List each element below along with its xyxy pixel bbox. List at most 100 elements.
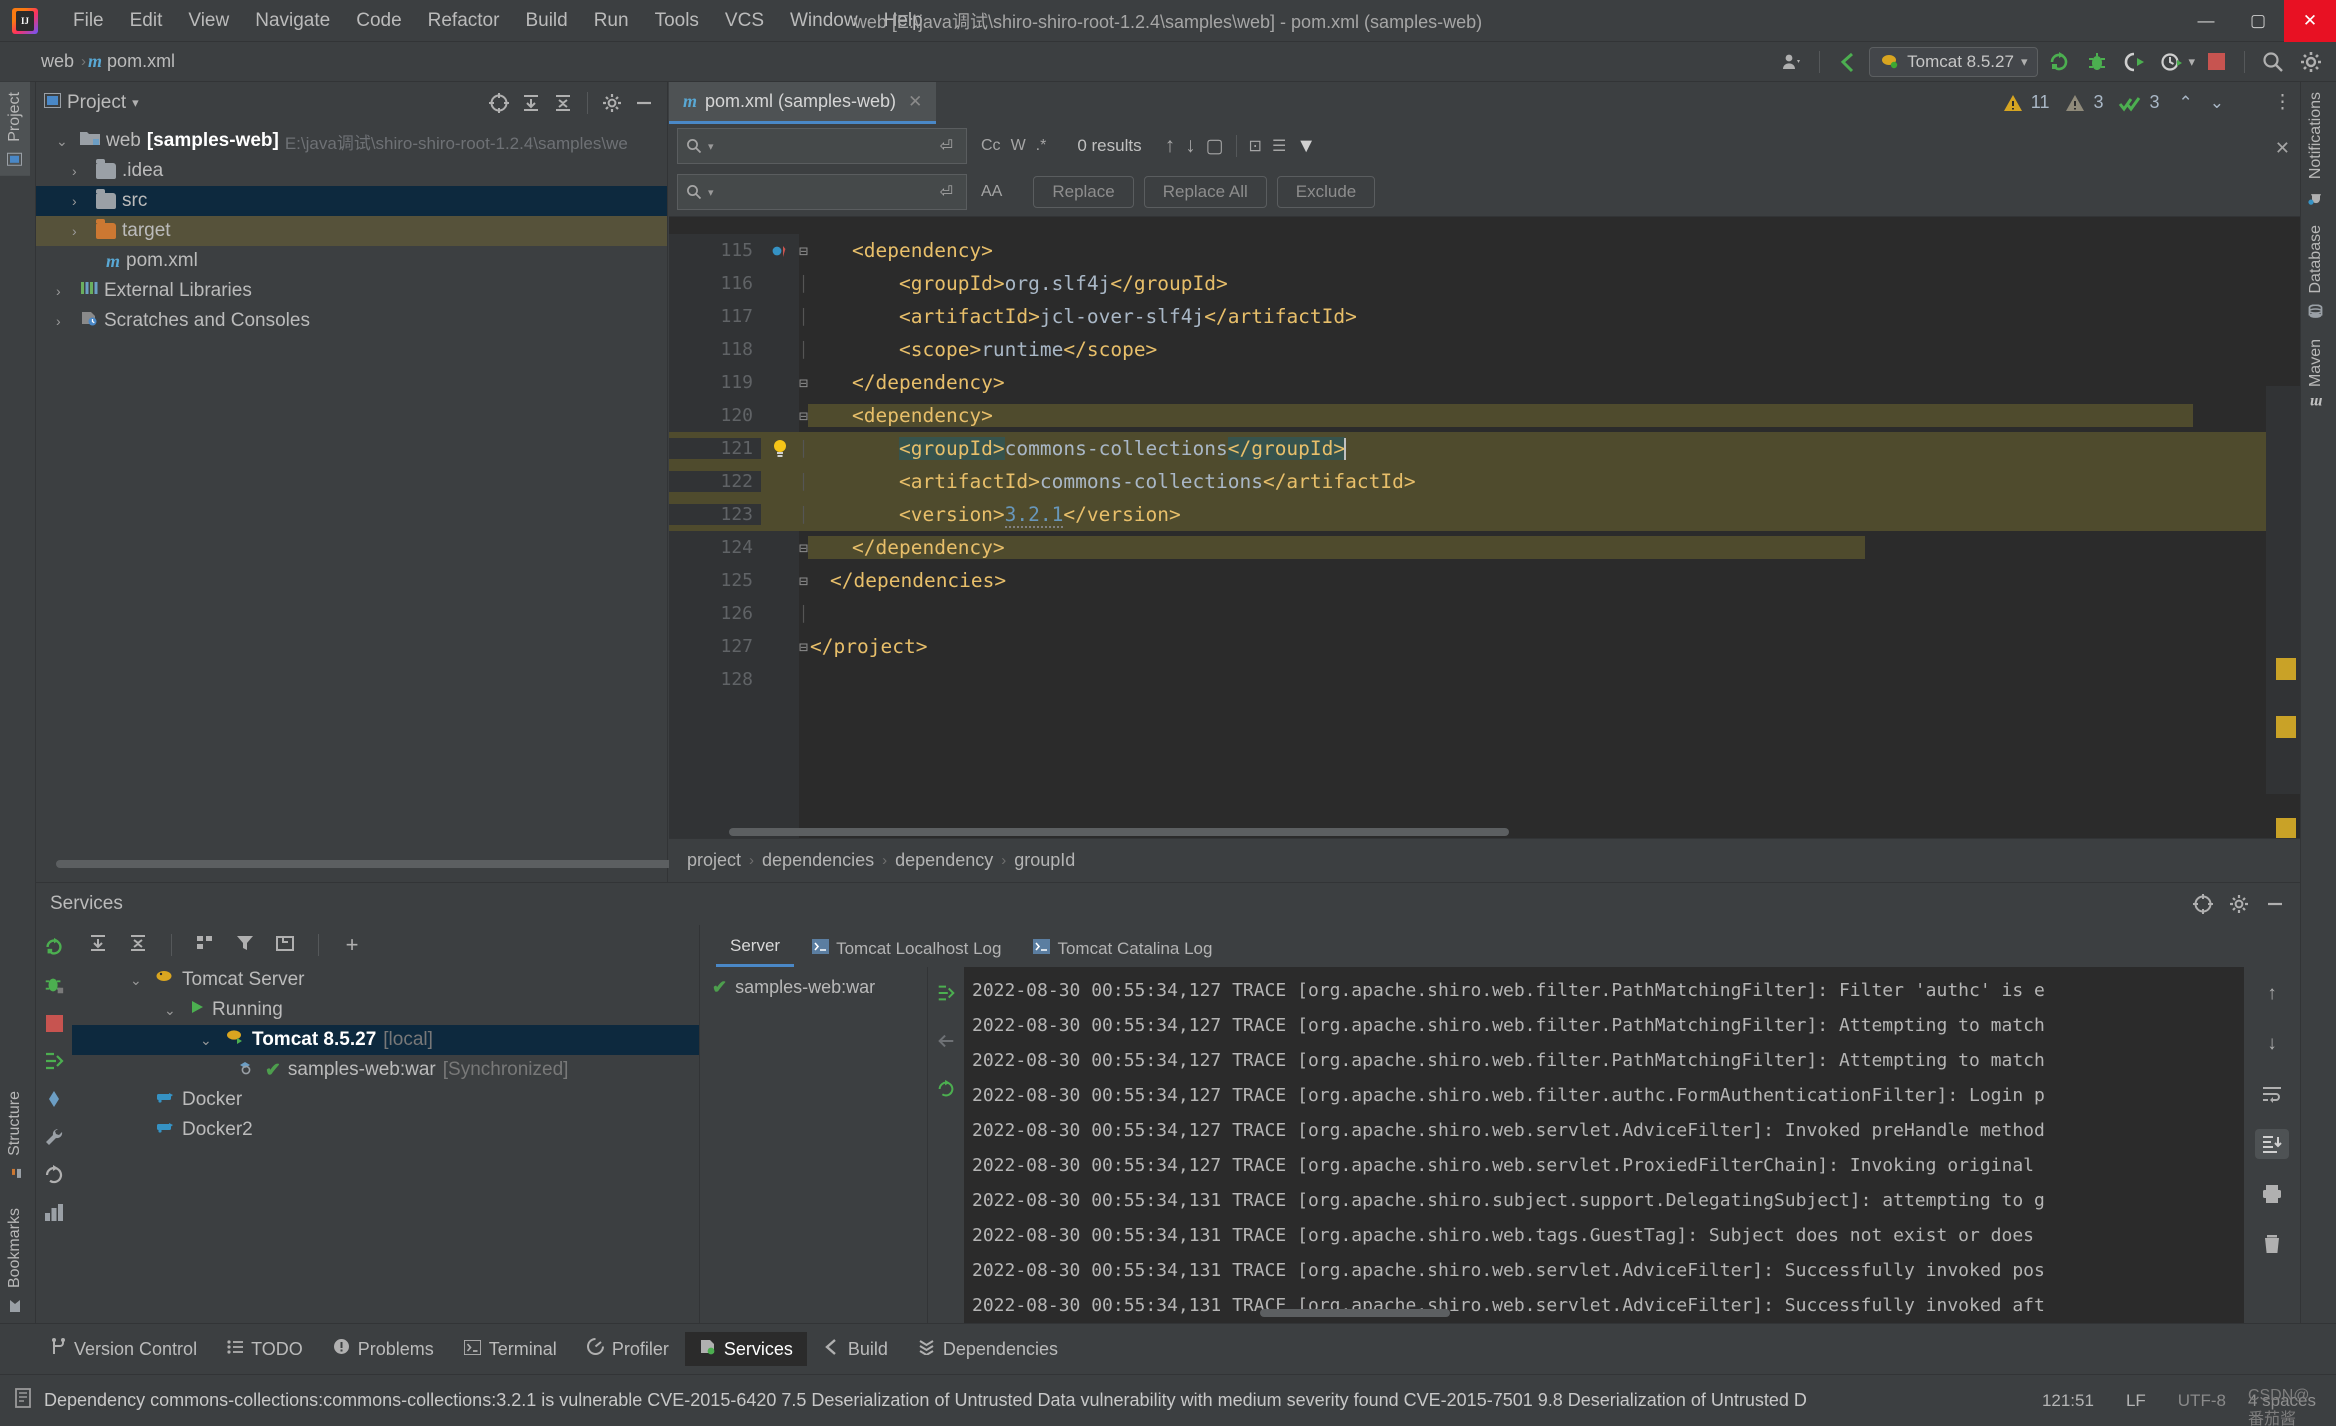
log-horizontal-scrollbar[interactable] [1260, 1309, 1450, 1317]
rerun-icon[interactable] [40, 935, 68, 959]
next-match-icon[interactable]: ↓ [1180, 134, 1201, 158]
filter-icon[interactable]: ▼ [1291, 135, 1321, 158]
chevron-right-icon[interactable]: › [56, 283, 74, 299]
editor-tab-pomxml[interactable]: m pom.xml (samples-web) ✕ [669, 82, 937, 124]
sidebar-item-bookmarks[interactable]: Bookmarks [0, 1190, 30, 1323]
chevron-down-icon[interactable]: ⌄ [164, 1002, 182, 1019]
tree-node-scratches[interactable]: › Scratches and Consoles [36, 306, 667, 336]
tree-node-src[interactable]: › src [36, 186, 667, 216]
fold-marker[interactable]: ⊟ [799, 407, 808, 425]
tab-tomcat-catalina-log[interactable]: Tomcat Catalina Log [1019, 939, 1226, 967]
prev-match-icon[interactable]: ↑ [1160, 134, 1181, 158]
breadcrumb-project[interactable]: project [687, 850, 741, 871]
chevron-down-icon[interactable]: ▾ [2021, 54, 2028, 70]
status-doc-icon[interactable] [14, 1388, 32, 1413]
maximize-button[interactable]: ▢ [2232, 0, 2284, 42]
stop-icon[interactable] [40, 1011, 68, 1035]
next-problem-icon[interactable]: ⌄ [2210, 93, 2224, 113]
menu-item-refactor[interactable]: Refactor [415, 6, 513, 36]
prev-problem-icon[interactable]: ⌃ [2179, 93, 2193, 113]
fold-marker[interactable]: ⊟ [799, 539, 808, 557]
tree-node-web[interactable]: ⌄ web [samples-web] E:\java调试\shiro-shir… [36, 126, 667, 156]
stop-icon[interactable] [2199, 47, 2233, 77]
fold-marker[interactable]: ⊟ [799, 638, 808, 656]
fold-marker[interactable]: ⊟ [799, 374, 808, 392]
breadcrumb-groupid[interactable]: groupId [1014, 850, 1075, 871]
tree-node-external-libraries[interactable]: › External Libraries [36, 276, 667, 306]
soft-wrap-icon[interactable] [2255, 1079, 2289, 1109]
expand-all-icon[interactable] [84, 933, 112, 958]
add-icon[interactable]: + [338, 932, 366, 958]
sidebar-item-database[interactable]: Database [2301, 215, 2331, 329]
indent-setting[interactable]: 4 spaces CSDN@番茄酱 [2248, 1387, 2322, 1426]
toolwindow-profiler[interactable]: Profiler [573, 1332, 683, 1366]
tab-server[interactable]: Server [716, 936, 795, 967]
wrench-icon[interactable] [40, 1125, 68, 1149]
gear-icon[interactable] [597, 89, 627, 117]
menu-item-window[interactable]: Window [777, 6, 871, 36]
menu-item-build[interactable]: Build [512, 6, 580, 36]
chevron-down-icon[interactable]: ⌄ [130, 972, 148, 989]
sidebar-item-notifications[interactable]: Notifications [2301, 82, 2331, 215]
caret-position[interactable]: 121:51 [2032, 1391, 2104, 1411]
chevron-right-icon[interactable]: › [72, 223, 90, 239]
close-icon[interactable]: ✕ [908, 92, 922, 112]
warning-marker[interactable] [2276, 716, 2296, 738]
chevron-down-icon[interactable]: ⌄ [56, 133, 74, 150]
services-node-tomcat-server[interactable]: ⌄ Tomcat Server [72, 965, 699, 995]
gear-icon[interactable] [2224, 890, 2254, 918]
chevron-right-icon[interactable]: › [72, 193, 90, 209]
target-icon[interactable] [2188, 890, 2218, 918]
services-node-tomcat-local[interactable]: ⌄ Tomcat 8.5.27 [local] [72, 1025, 699, 1055]
menu-item-vcs[interactable]: VCS [712, 6, 777, 36]
warning-marker[interactable] [2276, 818, 2296, 838]
hide-panel-icon[interactable] [629, 89, 659, 117]
services-node-running[interactable]: ⌄ Running [72, 995, 699, 1025]
select-all-occurrences-icon[interactable]: ▢ [1201, 135, 1229, 158]
redeploy-icon[interactable] [932, 1077, 960, 1101]
new-line-icon[interactable]: ⏎ [935, 136, 958, 156]
sidebar-item-maven[interactable]: m Maven [2301, 329, 2331, 421]
log-console[interactable]: 2022-08-30 00:55:34,127 TRACE [org.apach… [964, 967, 2244, 1323]
services-node-samples-web-war[interactable]: ✔ samples-web:war [Synchronized] [72, 1055, 699, 1085]
chevron-right-icon[interactable]: › [56, 313, 74, 329]
open-tab-icon[interactable] [271, 933, 299, 958]
toolwindow-problems[interactable]: Problems [319, 1332, 448, 1366]
sidebar-item-structure[interactable]: Structure [0, 1081, 30, 1190]
replace-all-button[interactable]: Replace All [1143, 176, 1267, 208]
find-options-icon[interactable]: ☰ [1267, 136, 1291, 156]
file-encoding[interactable]: UTF-8 [2168, 1391, 2236, 1411]
toolwindow-version-control[interactable]: Version Control [36, 1332, 211, 1367]
replace-input[interactable]: ▾ ⏎ [677, 174, 967, 210]
profile-icon[interactable] [2156, 47, 2190, 77]
user-icon[interactable] [1774, 47, 1808, 77]
breadcrumb-dependency[interactable]: dependency [895, 850, 993, 871]
sidebar-item-project[interactable]: Project [0, 82, 30, 176]
collapse-all-icon[interactable] [124, 933, 152, 958]
editor-horizontal-scrollbar[interactable] [729, 828, 1509, 836]
scroll-to-end-icon[interactable] [2255, 1129, 2289, 1159]
services-node-docker[interactable]: Docker [72, 1085, 699, 1115]
code-editor[interactable]: 115 ⊟ <dependency> 116 │ <groupId>org.sl… [669, 234, 2300, 838]
group-by-icon[interactable] [191, 933, 219, 958]
preserve-case-toggle[interactable]: AA [967, 183, 1007, 201]
scroll-down-icon[interactable]: ↓ [2255, 1029, 2289, 1059]
tree-node-pomxml[interactable]: m pom.xml [36, 246, 667, 276]
navbar-crumb-pomxml[interactable]: pom.xml [102, 51, 180, 72]
minimize-button[interactable]: — [2180, 0, 2232, 42]
toolwindow-dependencies[interactable]: Dependencies [904, 1332, 1072, 1366]
search-input[interactable]: ▾ ⏎ [677, 128, 967, 164]
filter-icon[interactable] [231, 933, 259, 958]
menu-item-edit[interactable]: Edit [117, 6, 176, 36]
refresh-icon[interactable] [40, 1163, 68, 1187]
regex-toggle[interactable]: .* [1031, 137, 1052, 155]
scroll-up-icon[interactable]: ↑ [2255, 979, 2289, 1009]
close-button[interactable]: ✕ [2284, 0, 2336, 42]
toolwindow-todo[interactable]: TODO [213, 1333, 317, 1366]
diamond-icon[interactable] [40, 1087, 68, 1111]
chevron-down-icon[interactable]: ▾ [132, 95, 139, 111]
jump-to-source-icon[interactable] [932, 981, 960, 1005]
menu-item-navigate[interactable]: Navigate [242, 6, 343, 36]
coverage-icon[interactable] [2118, 47, 2152, 77]
gear-icon[interactable] [2294, 47, 2328, 77]
